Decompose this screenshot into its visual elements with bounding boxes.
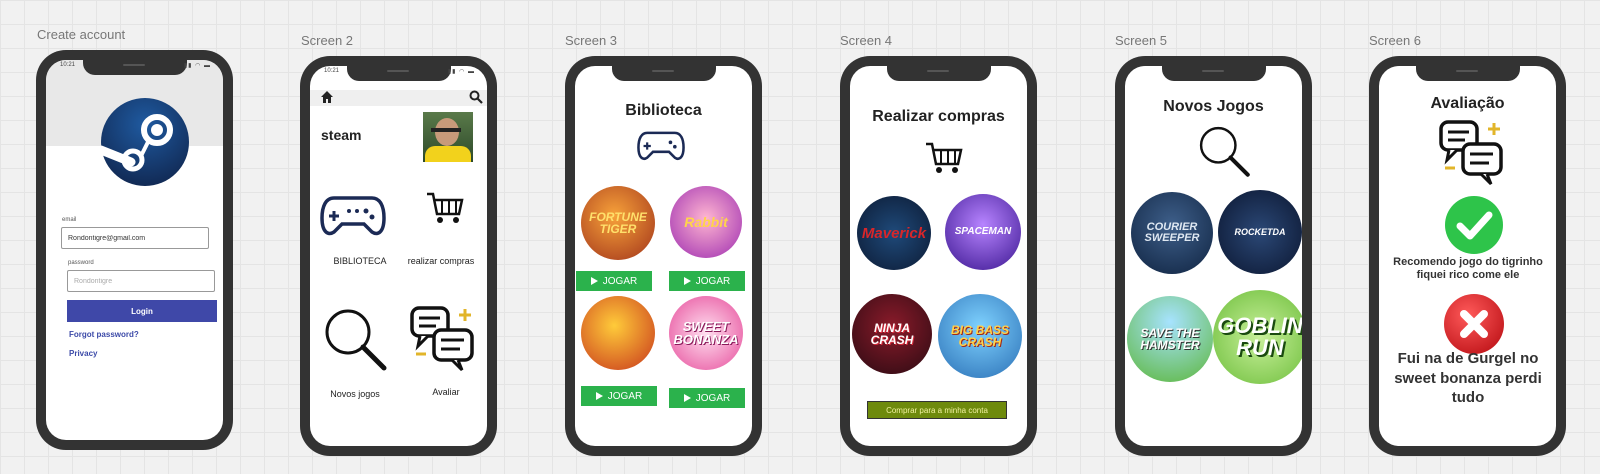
frame-title-screen-2: Screen 2 bbox=[301, 33, 354, 48]
status-icons: ▮▮ ◠ ▬ bbox=[183, 63, 211, 69]
magnifier-icon bbox=[1197, 124, 1251, 178]
chat-review-icon bbox=[1439, 120, 1507, 186]
password-field[interactable] bbox=[67, 270, 215, 292]
game-courier-sweeper[interactable]: COURIER SWEEPER bbox=[1131, 192, 1213, 274]
play-button-3[interactable]: JOGAR bbox=[581, 386, 657, 406]
status-time: 10:21 bbox=[60, 62, 76, 68]
game-fortune-ox[interactable] bbox=[581, 296, 655, 370]
play-button-1[interactable]: JOGAR bbox=[576, 271, 652, 291]
game-ninja-crash[interactable]: NINJA CRASH bbox=[852, 294, 932, 374]
frame-title-screen-6: Screen 6 bbox=[1369, 33, 1422, 48]
gamepad-icon bbox=[637, 129, 685, 163]
cart-icon bbox=[924, 140, 964, 176]
steam-logo-icon bbox=[96, 98, 189, 186]
phone-screen-2: 10:21 ▮▮ ◠ ▬ steam BIBLIOTECA realizar c… bbox=[300, 56, 497, 456]
game-rabbit[interactable]: Rabbit bbox=[670, 186, 742, 258]
play-button-2[interactable]: JOGAR bbox=[669, 271, 745, 291]
game-fortune-tiger[interactable]: FORTUNE TIGER bbox=[581, 186, 655, 260]
play-icon bbox=[683, 277, 691, 285]
avatar[interactable] bbox=[423, 112, 473, 162]
home-title: steam bbox=[321, 127, 362, 143]
checkmark-icon[interactable] bbox=[1445, 196, 1503, 254]
play-button-4[interactable]: JOGAR bbox=[669, 388, 745, 408]
phone-notch bbox=[1415, 66, 1520, 81]
home-icon[interactable] bbox=[320, 90, 334, 104]
email-field[interactable] bbox=[61, 227, 209, 249]
status-time: 10:21 bbox=[324, 68, 340, 74]
phone-screen-3: Biblioteca FORTUNE TIGER Rabbit JOGAR JO… bbox=[565, 56, 762, 456]
game-spaceman[interactable]: SPACEMAN bbox=[945, 194, 1021, 270]
password-label: password bbox=[68, 260, 94, 266]
login-screen: 10:21 ▮▮ ◠ ▬ email password Login Forgot… bbox=[46, 60, 223, 440]
frame-title-screen-5: Screen 5 bbox=[1115, 33, 1168, 48]
magnifier-icon[interactable] bbox=[322, 306, 388, 372]
biblioteca-label[interactable]: BIBLIOTECA bbox=[328, 256, 392, 266]
play-icon bbox=[595, 392, 603, 400]
biblioteca-title: Biblioteca bbox=[625, 102, 702, 119]
novos-jogos-title: Novos Jogos bbox=[1163, 98, 1264, 115]
search-icon[interactable] bbox=[469, 90, 483, 104]
frame-title-screen-4: Screen 4 bbox=[840, 33, 893, 48]
novos-jogos-screen: Novos Jogos COURIER SWEEPER ROCKETDA SAV… bbox=[1125, 66, 1302, 446]
forgot-password-link[interactable]: Forgot password? bbox=[69, 330, 139, 339]
phone-notch bbox=[1161, 66, 1266, 81]
avaliacao-title: Avaliação bbox=[1430, 95, 1505, 112]
nav-bar bbox=[310, 90, 487, 106]
x-mark-icon[interactable] bbox=[1444, 294, 1504, 354]
compras-screen: Realizar compras Maverick SPACEMAN NINJA… bbox=[850, 66, 1027, 446]
phone-notch bbox=[611, 66, 716, 81]
negative-review-text: Fui na de Gurgel no sweet bonanza perdi … bbox=[1394, 350, 1542, 406]
phone-notch bbox=[82, 60, 187, 75]
play-icon bbox=[590, 277, 598, 285]
login-button[interactable]: Login bbox=[67, 300, 217, 322]
frame-title-create-account: Create account bbox=[37, 27, 126, 42]
home-screen: 10:21 ▮▮ ◠ ▬ steam BIBLIOTECA realizar c… bbox=[310, 66, 487, 446]
game-rocketda[interactable]: ROCKETDA bbox=[1218, 190, 1302, 274]
game-goblin-run[interactable]: GOBLIN RUN bbox=[1213, 290, 1302, 384]
phone-create-account: 10:21 ▮▮ ◠ ▬ email password Login Forgot… bbox=[36, 50, 233, 450]
phone-notch bbox=[886, 66, 991, 81]
cart-icon[interactable] bbox=[425, 190, 465, 226]
phone-screen-5: Novos Jogos COURIER SWEEPER ROCKETDA SAV… bbox=[1115, 56, 1312, 456]
game-save-the-hamster[interactable]: SAVE THE HAMSTER bbox=[1127, 296, 1213, 382]
phone-notch bbox=[346, 66, 451, 81]
gamepad-icon[interactable] bbox=[320, 194, 386, 238]
buy-button[interactable]: Comprar para a minha conta bbox=[867, 401, 1007, 419]
privacy-link[interactable]: Privacy bbox=[69, 349, 97, 358]
positive-review-text: Recomendo jogo do tigrinho fiquei rico c… bbox=[1393, 256, 1543, 281]
email-label: email bbox=[62, 217, 77, 223]
frame-title-screen-3: Screen 3 bbox=[565, 33, 618, 48]
avaliar-label[interactable]: Avaliar bbox=[426, 387, 466, 397]
realizar-compras-label[interactable]: realizar compras bbox=[398, 256, 484, 266]
game-maverick[interactable]: Maverick bbox=[857, 196, 931, 270]
biblioteca-screen: Biblioteca FORTUNE TIGER Rabbit JOGAR JO… bbox=[575, 66, 752, 446]
game-sweet-bonanza[interactable]: SWEET BONANZA bbox=[669, 296, 743, 370]
chat-review-icon[interactable] bbox=[410, 306, 478, 372]
phone-screen-4: Realizar compras Maverick SPACEMAN NINJA… bbox=[840, 56, 1037, 456]
game-big-bass-crash[interactable]: BIG BASS CRASH bbox=[938, 294, 1022, 378]
novos-jogos-label[interactable]: Novos jogos bbox=[320, 389, 390, 399]
compras-title: Realizar compras bbox=[872, 108, 1005, 125]
avaliacao-screen: Avaliação Recomendo jogo do tigrinho fiq… bbox=[1379, 66, 1556, 446]
play-icon bbox=[683, 394, 691, 402]
status-icons: ▮▮ ◠ ▬ bbox=[447, 69, 475, 75]
phone-screen-6: Avaliação Recomendo jogo do tigrinho fiq… bbox=[1369, 56, 1566, 456]
